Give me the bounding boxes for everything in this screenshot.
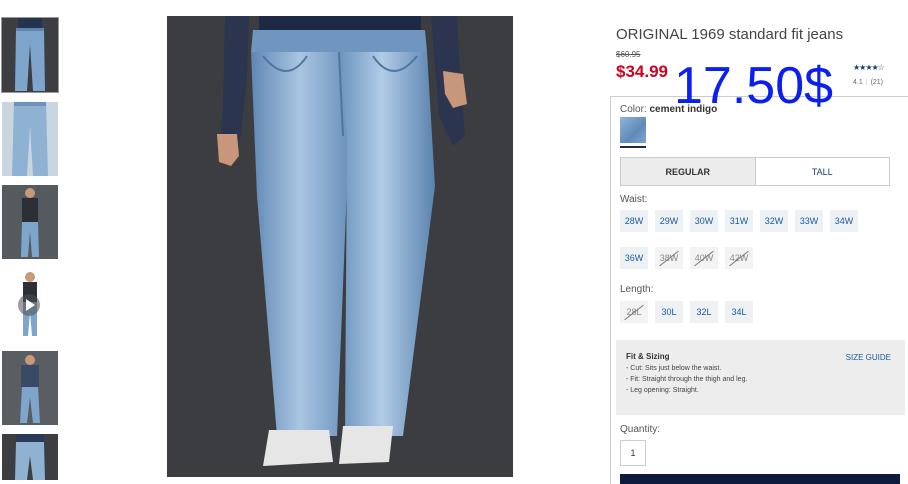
product-title: ORIGINAL 1969 standard fit jeans <box>616 26 844 43</box>
size-option-34w[interactable]: 34W <box>830 210 858 232</box>
size-option-32w[interactable]: 32W <box>760 210 788 232</box>
thumbnail-jeans-front[interactable] <box>1 17 59 93</box>
size-option-31w[interactable]: 31W <box>725 210 753 232</box>
model-full-body-thumbnail-image <box>2 185 58 259</box>
main-product-image[interactable] <box>167 16 513 477</box>
size-option-28w[interactable]: 28W <box>620 210 648 232</box>
fit-line-fit: - Fit: Straight through the thigh and le… <box>626 376 748 383</box>
color-label-text: Color: <box>620 104 647 115</box>
thumbnail-model-walking[interactable] <box>2 351 58 425</box>
length-label: Length: <box>620 284 654 295</box>
thumbnail-video[interactable] <box>2 268 58 342</box>
size-option-32l[interactable]: 32L <box>690 301 718 323</box>
fit-line-leg-opening: - Leg opening: Straight. <box>626 387 699 394</box>
thumbnail-jeans-back[interactable] <box>2 434 58 480</box>
play-icon <box>18 294 40 316</box>
rating-summary[interactable]: 4.1 | (21) <box>853 79 883 86</box>
fit-sizing-box: Fit & Sizing SIZE GUIDE - Cut: Sits just… <box>616 340 905 415</box>
original-price: $60.95 <box>616 50 641 59</box>
size-option-38w: 38W <box>655 247 683 269</box>
jeans-detail-thumbnail-image <box>2 102 58 176</box>
rating-value: 4.1 <box>853 79 863 86</box>
jeans-front-thumbnail-image <box>2 18 58 92</box>
jeans-model-image <box>167 16 513 477</box>
color-swatch[interactable] <box>620 117 646 143</box>
tab-tall[interactable]: TALL <box>756 158 890 185</box>
size-option-36w[interactable]: 36W <box>620 247 648 269</box>
fit-tabs: REGULAR TALL <box>620 157 890 186</box>
size-guide-link[interactable]: SIZE GUIDE <box>846 353 891 362</box>
waist-label: Waist: <box>620 194 648 205</box>
overlay-price-annotation: 17.50$ <box>674 57 834 115</box>
size-option-30w[interactable]: 30W <box>690 210 718 232</box>
product-details-panel: ORIGINAL 1969 standard fit jeans $60.95 … <box>610 0 908 484</box>
swatch-selected-indicator <box>620 146 646 148</box>
model-walking-thumbnail-image <box>2 351 58 425</box>
fit-line-cut: - Cut: Sits just below the waist. <box>626 365 722 372</box>
size-option-33w[interactable]: 33W <box>795 210 823 232</box>
jeans-back-thumbnail-image <box>2 434 58 480</box>
size-option-42w: 42W <box>725 247 753 269</box>
thumbnail-jeans-detail[interactable] <box>2 102 58 176</box>
size-option-40w: 40W <box>690 247 718 269</box>
quantity-input[interactable]: 1 <box>620 440 646 466</box>
quantity-label: Quantity: <box>620 424 661 435</box>
add-to-bag-button[interactable] <box>620 474 900 484</box>
rating-stars-icon[interactable]: ★★★★☆ <box>853 63 885 72</box>
size-option-29w[interactable]: 29W <box>655 210 683 232</box>
size-option-30l[interactable]: 30L <box>655 301 683 323</box>
sale-price: $34.99 <box>616 62 668 81</box>
tab-regular[interactable]: REGULAR <box>621 158 756 185</box>
review-count-link[interactable]: (21) <box>871 79 883 86</box>
thumbnail-model-full-body[interactable] <box>2 185 58 259</box>
size-option-34l[interactable]: 34L <box>725 301 753 323</box>
size-option-28l: 28L <box>620 301 648 323</box>
